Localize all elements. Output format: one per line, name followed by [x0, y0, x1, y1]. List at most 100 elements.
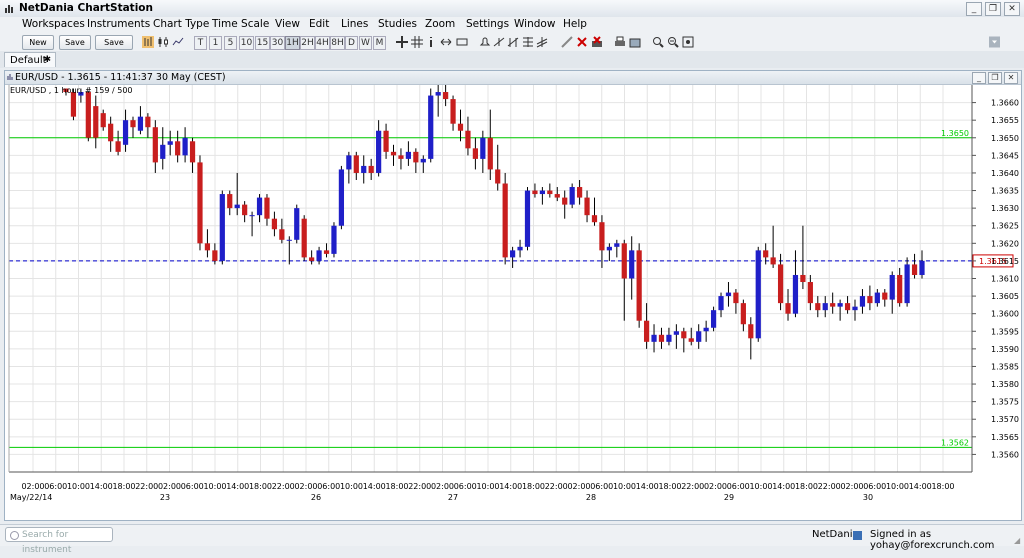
x-tick-label: 06:00 [181, 482, 204, 491]
timescale-1h[interactable]: 1H [285, 36, 300, 50]
candle-body [852, 306, 858, 311]
candle-body [867, 296, 873, 304]
candle-body [792, 274, 799, 314]
timescale-d[interactable]: D [345, 36, 358, 50]
menu-view[interactable]: View [275, 18, 300, 30]
restore-button[interactable]: ❐ [985, 2, 1001, 16]
timescale-1[interactable]: 1 [209, 36, 222, 50]
x-tick-label: 18:00 [112, 482, 135, 491]
resize-grip-icon[interactable]: ◢ [1014, 536, 1022, 545]
save-as-button[interactable]: Save as.. [95, 35, 133, 60]
export-icon[interactable] [629, 36, 641, 48]
candle-body [346, 155, 352, 170]
candle-body [85, 92, 91, 138]
menu-chart-type[interactable]: Chart Type [153, 18, 209, 30]
pin-icon[interactable]: ✱ [43, 53, 51, 68]
y-tick-label: 1.3610 [991, 275, 1019, 284]
chart-restore-button[interactable]: ❐ [988, 72, 1002, 84]
timescale-t[interactable]: T [194, 36, 207, 50]
print-icon[interactable] [614, 36, 626, 48]
delete-line-icon[interactable] [576, 36, 588, 48]
channel-tool-icon[interactable] [536, 36, 548, 48]
toolbar-menu-icon[interactable] [989, 36, 1000, 48]
timescale-30[interactable]: 30 [270, 36, 285, 50]
brand-label: NetDania [812, 529, 859, 540]
menu-edit[interactable]: Edit [309, 18, 329, 30]
chart-minimize-button[interactable]: _ [972, 72, 986, 84]
candle-body [539, 190, 545, 195]
close-button[interactable]: ✕ [1004, 2, 1020, 16]
date-label: 28 [586, 493, 596, 502]
zoom-fit-icon[interactable] [456, 36, 468, 48]
date-label: 27 [448, 493, 458, 502]
candle-body [249, 215, 255, 217]
fib-tool-icon[interactable] [522, 36, 534, 48]
instrument-search-input[interactable]: Search for instrument [5, 527, 113, 555]
timescale-5[interactable]: 5 [224, 36, 237, 50]
trend-tool-icon[interactable] [507, 36, 519, 48]
minimize-button[interactable]: _ [966, 2, 982, 16]
zoom-reset-icon[interactable] [682, 36, 694, 48]
y-tick-label: 1.3620 [991, 239, 1019, 248]
line-tool-icon[interactable] [493, 36, 505, 48]
candle-body [316, 250, 322, 261]
crosshair-icon[interactable] [396, 36, 408, 48]
menu-zoom[interactable]: Zoom [425, 18, 455, 30]
candle-body [435, 92, 441, 96]
timescale-m[interactable]: M [373, 36, 386, 50]
menu-workspaces[interactable]: Workspaces [22, 18, 85, 30]
candle-body [160, 144, 166, 159]
grid-icon[interactable] [411, 36, 423, 48]
x-tick-label: 14:00 [90, 482, 113, 491]
x-tick-label: 10:00 [613, 482, 636, 491]
x-tick-label: 22:00 [408, 482, 431, 491]
timescale-2h[interactable]: 2H [300, 36, 315, 50]
timescale-8h[interactable]: 8H [330, 36, 345, 50]
candle-body [487, 137, 493, 170]
menu-lines[interactable]: Lines [341, 18, 368, 30]
bell-icon[interactable] [479, 36, 491, 48]
candle-body [212, 250, 218, 261]
y-tick-label: 1.3660 [991, 99, 1019, 108]
timescale-4h[interactable]: 4H [315, 36, 330, 50]
x-tick-label: 18:00 [249, 482, 272, 491]
delete-all-icon[interactable] [591, 36, 603, 48]
menu-help[interactable]: Help [563, 18, 587, 30]
y-tick-label: 1.3600 [991, 310, 1019, 319]
timescale-w[interactable]: W [359, 36, 372, 50]
bar-chart-icon[interactable] [142, 36, 154, 48]
candle-body [643, 320, 650, 342]
chart-window-title: EUR/USD - 1.3615 - 11:41:37 30 May (CEST… [15, 72, 226, 83]
scroll-icon[interactable] [440, 36, 452, 48]
chart-close-button[interactable]: ✕ [1004, 72, 1018, 84]
price-chart[interactable]: 1.3650 1.3562 1.3615 1.3560 1.3565 1.3570 1.3… [5, 85, 1021, 520]
info-icon[interactable] [426, 36, 436, 48]
candle-body [242, 204, 248, 216]
new-button[interactable]: New [22, 35, 54, 50]
app-window-controls: _ ❐ ✕ [966, 2, 1020, 16]
timescale-10[interactable]: 10 [239, 36, 254, 50]
menu-instruments[interactable]: Instruments [87, 18, 150, 30]
menu-window[interactable]: Window [514, 18, 555, 30]
menu-settings[interactable]: Settings [466, 18, 509, 30]
x-tick-label: 06:00 [863, 482, 886, 491]
candle-body [457, 123, 464, 131]
reference-line-label: 1.3650 [941, 129, 969, 138]
candle-body [807, 282, 813, 304]
candle-chart-icon[interactable] [157, 36, 169, 48]
candle-body [688, 338, 694, 342]
menu-time-scale[interactable]: Time Scale [212, 18, 269, 30]
save-button[interactable]: Save [59, 35, 91, 50]
y-tick-label: 1.3570 [991, 415, 1019, 424]
tab-default[interactable]: Default ✱ [4, 52, 56, 67]
x-tick-label: 10:00 [340, 482, 363, 491]
line-chart-icon[interactable] [172, 36, 184, 48]
x-tick-label: 10:00 [886, 482, 909, 491]
zoom-out-icon[interactable] [667, 36, 679, 48]
timescale-15[interactable]: 15 [255, 36, 270, 50]
date-label: 30 [863, 493, 873, 502]
candle-body [710, 310, 717, 328]
zoom-in-icon[interactable] [652, 36, 664, 48]
menu-studies[interactable]: Studies [378, 18, 417, 30]
pencil-icon[interactable] [561, 36, 573, 48]
